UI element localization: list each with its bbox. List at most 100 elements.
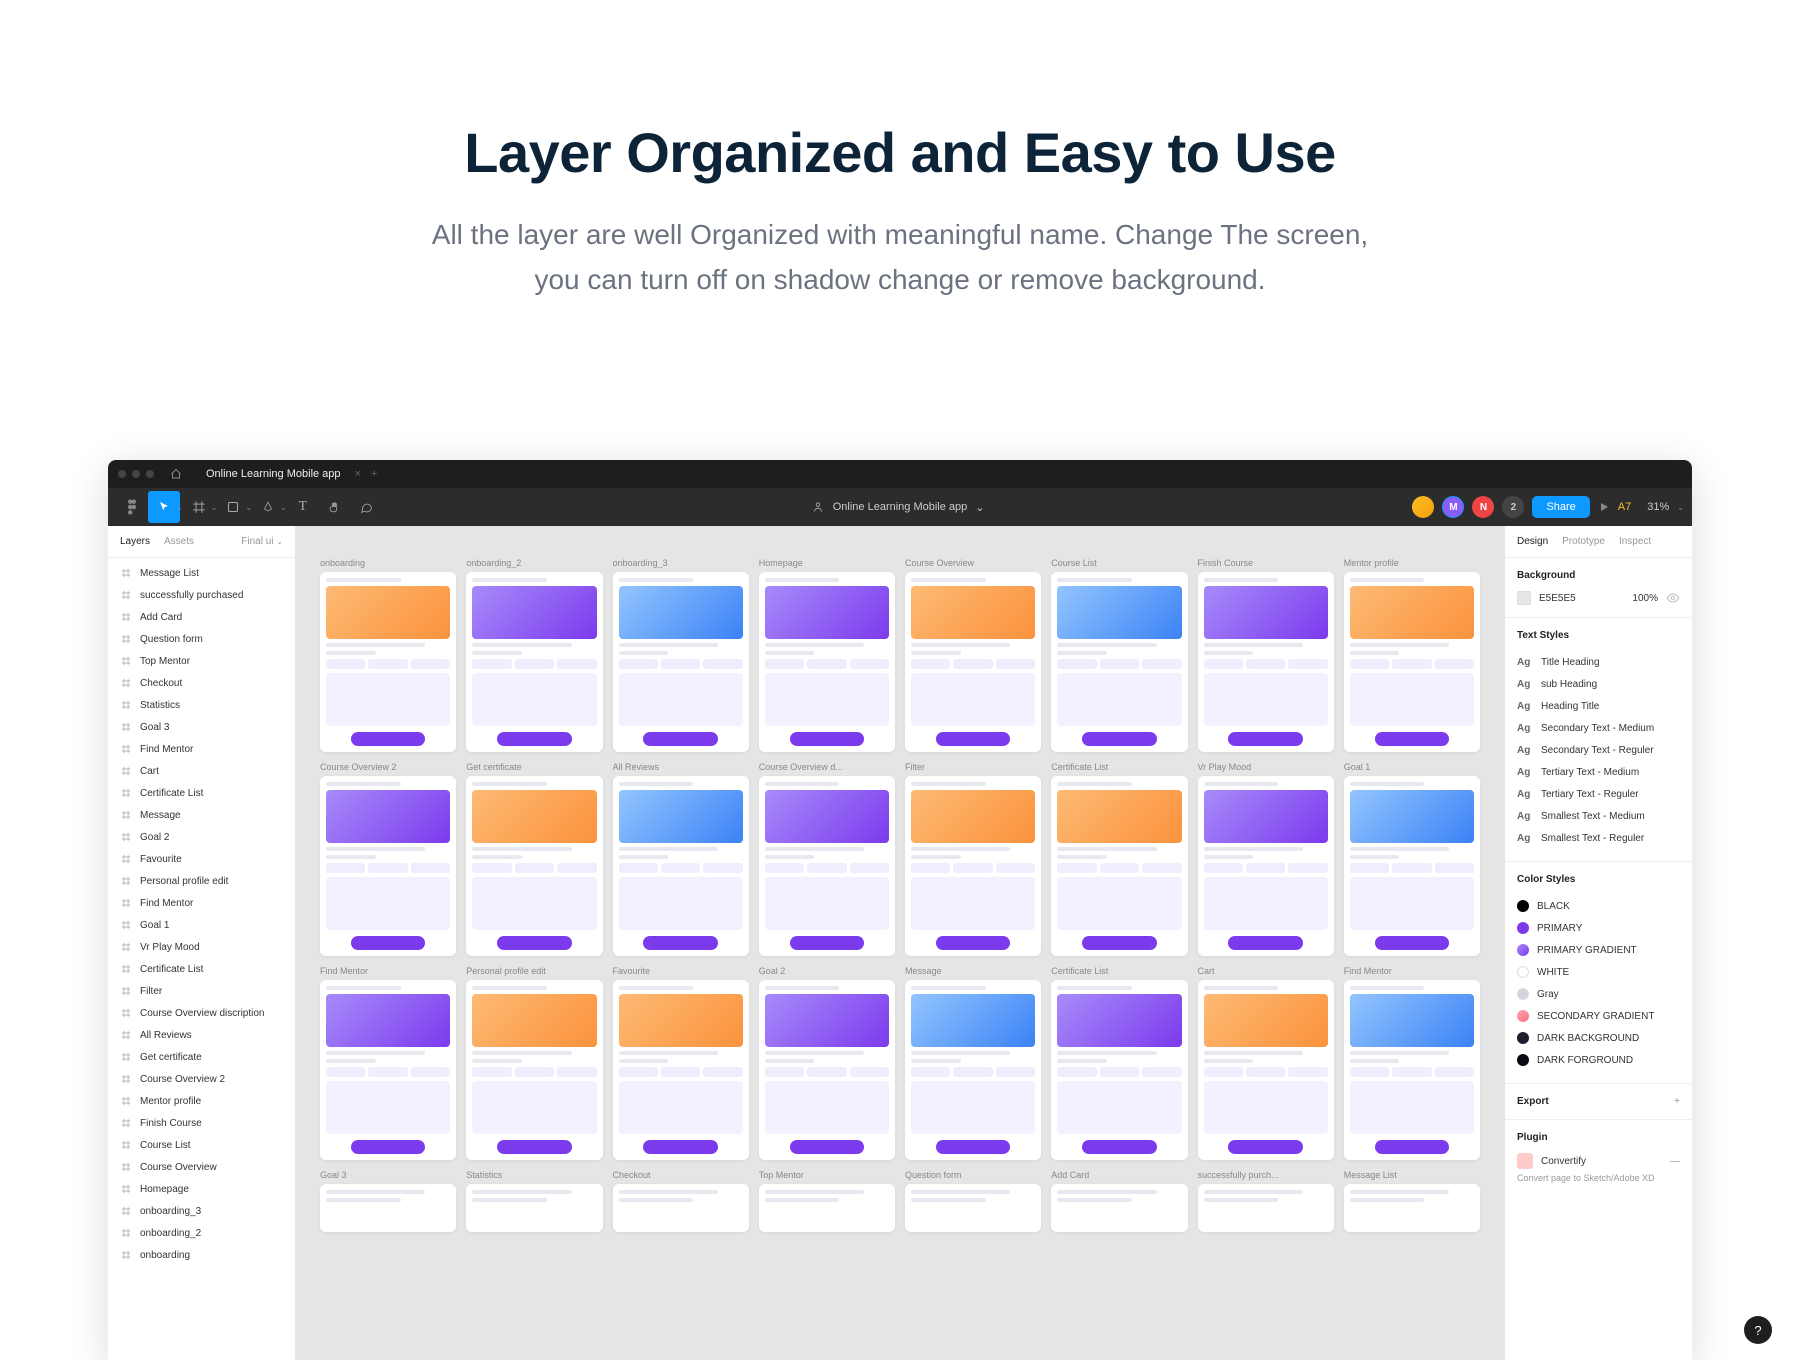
color-style-item[interactable]: BLACK — [1517, 895, 1680, 917]
layer-item[interactable]: Goal 3 — [108, 716, 295, 738]
layer-item[interactable]: Add Card — [108, 606, 295, 628]
artboard[interactable]: All Reviews — [613, 762, 749, 956]
artboard[interactable]: Course Overview 2 — [320, 762, 456, 956]
design-tab[interactable]: Design — [1517, 536, 1548, 547]
artboard-frame[interactable] — [759, 1184, 895, 1232]
artboard-frame[interactable] — [320, 776, 456, 956]
artboard[interactable]: Vr Play Mood — [1198, 762, 1334, 956]
artboard[interactable]: Goal 3 — [320, 1170, 456, 1232]
export-add-icon[interactable]: + — [1674, 1096, 1680, 1107]
layer-item[interactable]: All Reviews — [108, 1024, 295, 1046]
artboard-frame[interactable] — [1344, 980, 1480, 1160]
artboard-frame[interactable] — [613, 980, 749, 1160]
text-style-item[interactable]: AgHeading Title — [1517, 695, 1680, 717]
artboard-frame[interactable] — [1051, 1184, 1187, 1232]
layer-item[interactable]: Finish Course — [108, 1112, 295, 1134]
artboard[interactable]: Course List — [1051, 558, 1187, 752]
text-tool[interactable]: T — [287, 491, 319, 523]
version-badge[interactable]: A7 — [1618, 501, 1631, 513]
artboard-frame[interactable] — [320, 980, 456, 1160]
chevron-down-icon[interactable]: ⌄ — [280, 503, 287, 512]
color-style-item[interactable]: SECONDARY GRADIENT — [1517, 1005, 1680, 1027]
prototype-tab[interactable]: Prototype — [1562, 536, 1605, 547]
layer-item[interactable]: Question form — [108, 628, 295, 650]
user-avatar-1[interactable] — [1412, 496, 1434, 518]
artboard-frame[interactable] — [466, 572, 602, 752]
artboard-frame[interactable] — [759, 776, 895, 956]
close-tab-icon[interactable]: × — [355, 468, 361, 480]
plugin-item[interactable]: Convertify — — [1517, 1153, 1680, 1169]
user-count-badge[interactable]: 2 — [1502, 496, 1524, 518]
artboard-frame[interactable] — [1198, 980, 1334, 1160]
layer-item[interactable]: onboarding — [108, 1244, 295, 1266]
artboard-frame[interactable] — [905, 980, 1041, 1160]
text-style-item[interactable]: AgTertiary Text - Medium — [1517, 761, 1680, 783]
color-style-item[interactable]: Gray — [1517, 983, 1680, 1005]
layer-item[interactable]: Course List — [108, 1134, 295, 1156]
chevron-down-icon[interactable]: ⌄ — [176, 503, 183, 512]
artboard-frame[interactable] — [320, 1184, 456, 1232]
assets-tab[interactable]: Assets — [164, 536, 194, 547]
layer-item[interactable]: Filter — [108, 980, 295, 1002]
zoom-level[interactable]: 31% — [1647, 501, 1669, 513]
artboard-frame[interactable] — [466, 776, 602, 956]
artboard-frame[interactable] — [905, 572, 1041, 752]
document-tab[interactable]: Online Learning Mobile app — [196, 468, 351, 480]
text-style-item[interactable]: AgTertiary Text - Reguler — [1517, 783, 1680, 805]
layer-item[interactable]: Top Mentor — [108, 650, 295, 672]
artboard[interactable]: onboarding — [320, 558, 456, 752]
color-style-item[interactable]: DARK FORGROUND — [1517, 1049, 1680, 1071]
artboard[interactable]: onboarding_3 — [613, 558, 749, 752]
visibility-icon[interactable] — [1666, 591, 1680, 605]
artboard[interactable]: Course Overview — [905, 558, 1041, 752]
layer-item[interactable]: Course Overview — [108, 1156, 295, 1178]
artboard[interactable]: Find Mentor — [1344, 966, 1480, 1160]
layer-item[interactable]: onboarding_2 — [108, 1222, 295, 1244]
artboard-frame[interactable] — [905, 776, 1041, 956]
layer-item[interactable]: Find Mentor — [108, 892, 295, 914]
present-icon[interactable] — [1598, 501, 1610, 513]
artboard-frame[interactable] — [1051, 572, 1187, 752]
artboard[interactable]: Cart — [1198, 966, 1334, 1160]
chevron-down-icon[interactable]: ⌄ — [1677, 503, 1684, 512]
artboard[interactable]: Add Card — [1051, 1170, 1187, 1232]
chevron-down-icon[interactable]: ⌄ — [975, 501, 984, 514]
comment-tool[interactable] — [351, 491, 383, 523]
layer-item[interactable]: Checkout — [108, 672, 295, 694]
artboard[interactable]: Personal profile edit — [466, 966, 602, 1160]
layer-item[interactable]: Personal profile edit — [108, 870, 295, 892]
layer-item[interactable]: Certificate List — [108, 782, 295, 804]
traffic-lights[interactable] — [118, 470, 154, 478]
background-hex[interactable]: E5E5E5 — [1539, 593, 1576, 604]
artboard-frame[interactable] — [613, 776, 749, 956]
layer-item[interactable]: Course Overview discription — [108, 1002, 295, 1024]
figma-menu-icon[interactable] — [116, 491, 148, 523]
share-button[interactable]: Share — [1532, 496, 1589, 518]
color-style-item[interactable]: PRIMARY GRADIENT — [1517, 939, 1680, 961]
layer-item[interactable]: Goal 2 — [108, 826, 295, 848]
text-style-item[interactable]: AgSecondary Text - Medium — [1517, 717, 1680, 739]
background-opacity[interactable]: 100% — [1632, 593, 1658, 604]
artboard-frame[interactable] — [759, 980, 895, 1160]
layer-item[interactable]: onboarding_3 — [108, 1200, 295, 1222]
new-tab-icon[interactable]: + — [371, 468, 377, 480]
artboard-frame[interactable] — [466, 980, 602, 1160]
layer-item[interactable]: Find Mentor — [108, 738, 295, 760]
text-style-item[interactable]: Agsub Heading — [1517, 673, 1680, 695]
color-style-item[interactable]: DARK BACKGROUND — [1517, 1027, 1680, 1049]
artboard-frame[interactable] — [613, 1184, 749, 1232]
layer-item[interactable]: Statistics — [108, 694, 295, 716]
color-style-item[interactable]: PRIMARY — [1517, 917, 1680, 939]
artboard[interactable]: Favourite — [613, 966, 749, 1160]
artboard[interactable]: Finish Course — [1198, 558, 1334, 752]
layer-item[interactable]: Certificate List — [108, 958, 295, 980]
help-button[interactable]: ? — [1744, 1316, 1772, 1344]
color-style-item[interactable]: WHITE — [1517, 961, 1680, 983]
layer-item[interactable]: Message — [108, 804, 295, 826]
layer-item[interactable]: Message List — [108, 562, 295, 584]
layer-item[interactable]: Favourite — [108, 848, 295, 870]
layer-item[interactable]: Course Overview 2 — [108, 1068, 295, 1090]
user-avatar-2[interactable]: M — [1442, 496, 1464, 518]
chevron-down-icon[interactable]: ⌄ — [211, 503, 218, 512]
artboard-frame[interactable] — [1198, 572, 1334, 752]
